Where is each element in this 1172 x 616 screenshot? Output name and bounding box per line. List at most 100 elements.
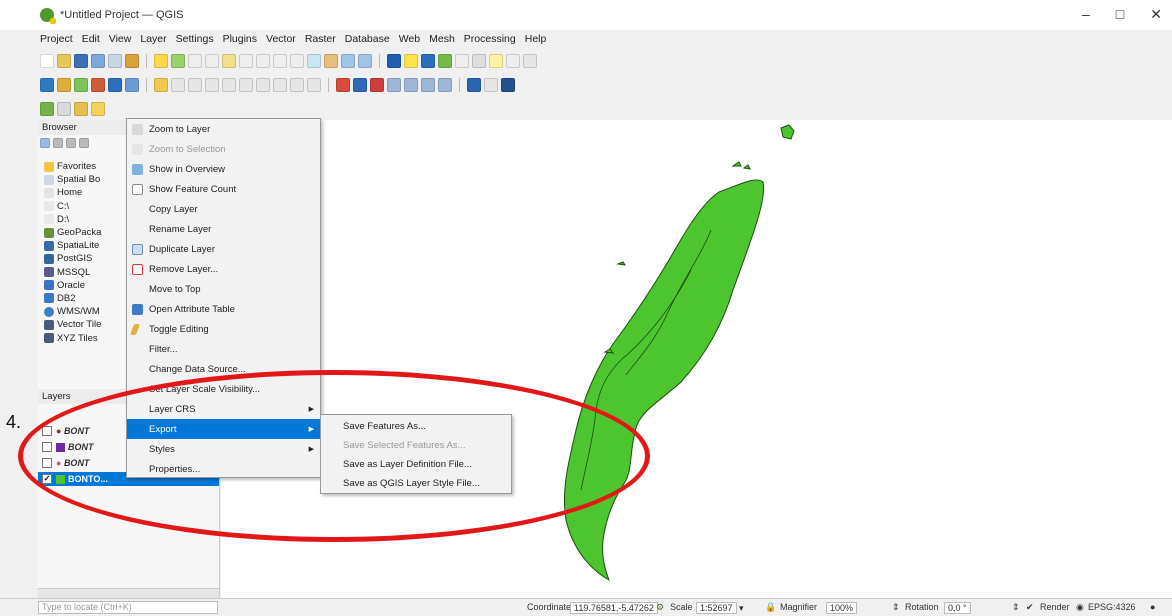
- horizontal-scrollbar[interactable]: [38, 588, 219, 598]
- save-edits-icon[interactable]: [171, 78, 185, 92]
- browser-item-mssql[interactable]: MSSQL: [38, 266, 128, 279]
- rotation-field[interactable]: 0,0 °: [944, 602, 971, 614]
- add-layer-icon[interactable]: [40, 102, 54, 116]
- menu-processing[interactable]: Processing: [464, 33, 516, 45]
- render-checkbox[interactable]: ✔: [1026, 602, 1034, 613]
- change-label-icon[interactable]: [421, 78, 435, 92]
- layout-manager-icon[interactable]: [125, 54, 139, 68]
- bookmark-icon[interactable]: [341, 54, 355, 68]
- show-hide-label-icon[interactable]: [370, 78, 384, 92]
- move-label-icon[interactable]: [387, 78, 401, 92]
- menu-item-open-attribute-table[interactable]: Open Attribute Table: [127, 299, 320, 319]
- add-wms-icon[interactable]: [125, 78, 139, 92]
- refresh-icon[interactable]: [358, 54, 372, 68]
- menu-item-duplicate-layer[interactable]: Duplicate Layer: [127, 239, 320, 259]
- menu-item-toggle-editing[interactable]: Toggle Editing: [127, 319, 320, 339]
- menu-item-copy-layer[interactable]: Copy Layer: [127, 199, 320, 219]
- python-console-icon[interactable]: [467, 78, 481, 92]
- lock-icon[interactable]: 🔒: [765, 602, 776, 613]
- browser-item-spatialite[interactable]: SpatiaLite: [38, 239, 128, 252]
- close-button[interactable]: ✕: [1150, 6, 1162, 23]
- add-database-icon[interactable]: [108, 78, 122, 92]
- menu-mesh[interactable]: Mesh: [429, 33, 455, 45]
- browser-item-xyz-tiles[interactable]: XYZ Tiles: [38, 331, 128, 344]
- measure-icon[interactable]: [472, 54, 486, 68]
- pan-to-selection-icon[interactable]: [171, 54, 185, 68]
- browser-item-spatial-bookmarks[interactable]: Spatial Bo: [38, 173, 128, 186]
- scale-lock-icon[interactable]: ⚙: [656, 602, 664, 613]
- magnifier-field[interactable]: 100%: [826, 602, 858, 614]
- menu-database[interactable]: Database: [345, 33, 390, 45]
- browser-item-d-drive[interactable]: D:\: [38, 213, 128, 226]
- vertex-tool-icon[interactable]: [205, 78, 219, 92]
- rotate-label-icon[interactable]: [404, 78, 418, 92]
- menu-item-show-feature-count[interactable]: Show Feature Count: [127, 179, 320, 199]
- tips-icon[interactable]: [523, 54, 537, 68]
- crs-button[interactable]: EPSG:4326: [1088, 602, 1136, 612]
- add-group-icon[interactable]: [57, 102, 71, 116]
- zoom-in-icon[interactable]: [188, 54, 202, 68]
- add-vector-icon[interactable]: [74, 78, 88, 92]
- collapse-icon[interactable]: [66, 138, 76, 148]
- messages-icon[interactable]: ●: [1150, 602, 1155, 612]
- new-project-icon[interactable]: [40, 54, 54, 68]
- select-icon[interactable]: [404, 54, 418, 68]
- temporal-icon[interactable]: [324, 54, 338, 68]
- rotation-spinner-icon[interactable]: ⇕: [1012, 602, 1020, 613]
- menu-plugins[interactable]: Plugins: [223, 33, 257, 45]
- zoom-layer-icon[interactable]: [239, 54, 253, 68]
- menu-item-filter[interactable]: Filter...: [127, 339, 320, 359]
- help-icon[interactable]: [501, 78, 515, 92]
- menu-item-zoom-to-selection[interactable]: Zoom to Selection: [127, 139, 320, 159]
- paste-icon[interactable]: [273, 78, 287, 92]
- menu-item-move-to-top[interactable]: Move to Top: [127, 279, 320, 299]
- scale-combobox[interactable]: 1:52697 ▾: [696, 602, 744, 614]
- redo-icon[interactable]: [307, 78, 321, 92]
- statistics-icon[interactable]: [438, 54, 452, 68]
- copy-icon[interactable]: [256, 78, 270, 92]
- menu-project[interactable]: Project: [40, 33, 73, 45]
- edit-icon[interactable]: [154, 78, 168, 92]
- menu-item-rename-layer[interactable]: Rename Layer: [127, 219, 320, 239]
- sum-icon[interactable]: [455, 54, 469, 68]
- refresh-icon[interactable]: [40, 138, 50, 148]
- menu-web[interactable]: Web: [399, 33, 420, 45]
- menu-item-remove-layer[interactable]: Remove Layer...: [127, 259, 320, 279]
- pin-label-icon[interactable]: [353, 78, 367, 92]
- layer-style-icon[interactable]: [91, 102, 105, 116]
- print-layout-icon[interactable]: [108, 54, 122, 68]
- minimize-button[interactable]: –: [1082, 6, 1090, 23]
- add-raster-icon[interactable]: [91, 78, 105, 92]
- menu-edit[interactable]: Edit: [82, 33, 100, 45]
- magnifier-spinner-icon[interactable]: ⇕: [892, 602, 900, 613]
- coordinate-field[interactable]: 119.76581,-5.47262: [570, 602, 658, 614]
- zoom-selection-icon[interactable]: [256, 54, 270, 68]
- browser-item-favorites[interactable]: Favorites: [38, 160, 128, 173]
- browser-item-oracle[interactable]: Oracle: [38, 279, 128, 292]
- properties-icon[interactable]: [79, 138, 89, 148]
- locator-input[interactable]: Type to locate (Ctrl+K): [38, 601, 218, 614]
- menu-view[interactable]: View: [109, 33, 132, 45]
- open-project-icon[interactable]: [57, 54, 71, 68]
- zoom-full-icon[interactable]: [222, 54, 236, 68]
- diagram-icon[interactable]: [438, 78, 452, 92]
- browser-item-vector-tiles[interactable]: Vector Tile: [38, 318, 128, 331]
- browser-item-c-drive[interactable]: C:\: [38, 200, 128, 213]
- add-feature-icon[interactable]: [188, 78, 202, 92]
- zoom-out-icon[interactable]: [205, 54, 219, 68]
- attribute-table-icon[interactable]: [421, 54, 435, 68]
- filter-icon[interactable]: [53, 138, 63, 148]
- browser-item-wms[interactable]: WMS/WM: [38, 305, 128, 318]
- menu-item-show-in-overview[interactable]: Show in Overview: [127, 159, 320, 179]
- zoom-last-icon[interactable]: [273, 54, 287, 68]
- browser-item-geopackage[interactable]: GeoPacka: [38, 226, 128, 239]
- menu-raster[interactable]: Raster: [305, 33, 336, 45]
- delete-icon[interactable]: [222, 78, 236, 92]
- menu-help[interactable]: Help: [525, 33, 547, 45]
- annotation-icon[interactable]: [489, 54, 503, 68]
- menu-layer[interactable]: Layer: [140, 33, 166, 45]
- data-source-manager-icon[interactable]: [40, 78, 54, 92]
- menu-settings[interactable]: Settings: [176, 33, 214, 45]
- menu-vector[interactable]: Vector: [266, 33, 296, 45]
- zoom-next-icon[interactable]: [290, 54, 304, 68]
